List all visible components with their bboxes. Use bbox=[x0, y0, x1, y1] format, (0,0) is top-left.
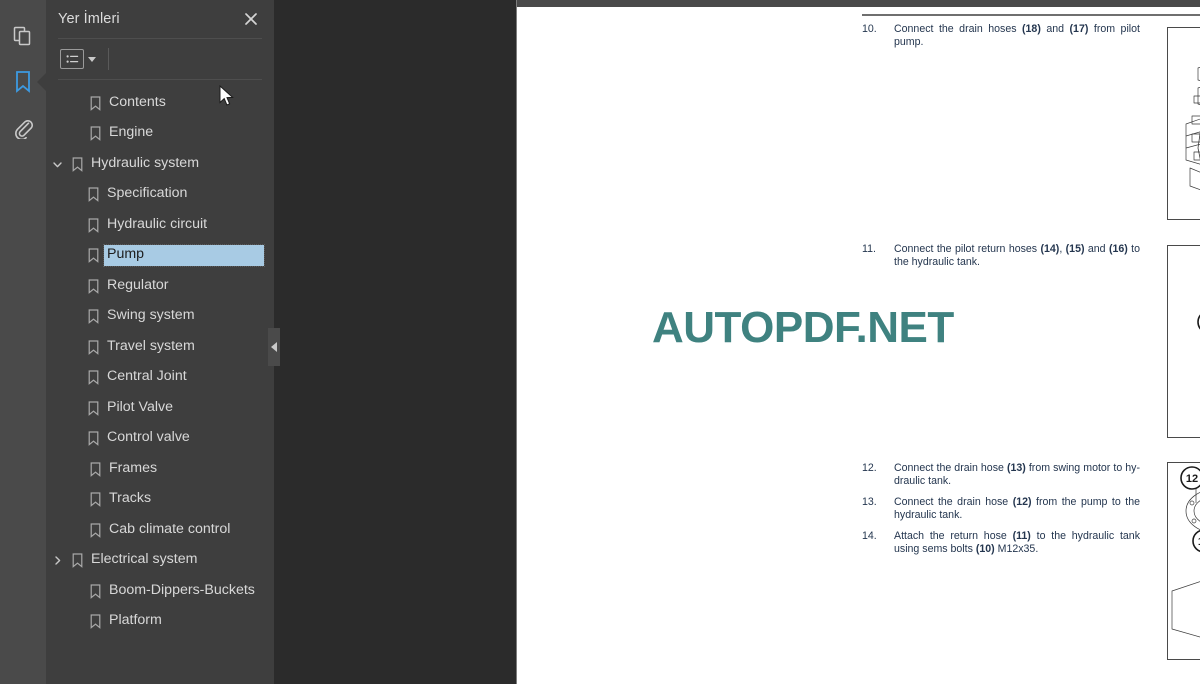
bookmark-item[interactable]: Hydraulic system bbox=[46, 149, 274, 180]
bookmark-icon bbox=[84, 614, 106, 630]
bookmark-icon bbox=[66, 157, 88, 172]
bookmark-label: Pilot Valve bbox=[107, 398, 173, 415]
step-number: 13. bbox=[862, 496, 877, 508]
chevron-left-icon bbox=[271, 342, 277, 352]
bookmark-label: Cab climate control bbox=[109, 520, 231, 537]
bookmark-label: Swing system bbox=[107, 307, 195, 324]
instruction-step: 10. Connect the drain hoses (18) and (17… bbox=[862, 23, 1140, 49]
bookmark-label: Central Joint bbox=[107, 368, 187, 385]
bookmark-item[interactable]: Hydraulic circuit bbox=[46, 210, 274, 241]
figure-image: 14 15 16 bbox=[1167, 245, 1200, 438]
step-text: Connect the drain hose (12) from the pum… bbox=[894, 496, 1140, 522]
page-top-edge bbox=[517, 0, 1200, 7]
bookmark-item[interactable]: Tracks bbox=[46, 485, 274, 516]
instruction-step: 12. Connect the drain hose (13) from swi… bbox=[862, 462, 1140, 488]
bookmark-label: Travel system bbox=[107, 337, 195, 354]
bookmark-item[interactable]: Engine bbox=[46, 119, 274, 150]
bookmark-icon bbox=[84, 523, 106, 538]
bookmarks-icon[interactable] bbox=[1, 60, 45, 104]
bookmark-icon bbox=[82, 279, 104, 294]
bookmark-item[interactable]: Travel system bbox=[46, 332, 274, 363]
bookmark-icon bbox=[84, 126, 106, 142]
bookmark-icon bbox=[82, 218, 104, 233]
pdf-page: 10. Connect the drain hoses (18) and (17… bbox=[517, 0, 1200, 684]
figure-image: 18 17 bbox=[1167, 27, 1200, 220]
bookmark-item[interactable]: Pilot Valve bbox=[46, 393, 274, 424]
bookmark-label: Tracks bbox=[109, 490, 152, 507]
bookmark-item[interactable]: Pump bbox=[46, 241, 274, 272]
bookmark-item[interactable]: Frames bbox=[46, 454, 274, 485]
bookmark-item[interactable]: Regulator bbox=[46, 271, 274, 302]
bookmark-icon bbox=[84, 96, 106, 111]
pages-thumbnails-icon[interactable] bbox=[1, 14, 45, 58]
step-number: 12. bbox=[862, 462, 877, 474]
instruction-step: 13. Connect the drain hose (12) from the… bbox=[862, 496, 1140, 522]
step-text: Attach the return hose (11) to the hydra… bbox=[894, 530, 1140, 556]
step-text: Connect the drain hoses (18) and (17) fr… bbox=[894, 23, 1140, 49]
close-icon[interactable] bbox=[240, 8, 262, 30]
panel-title: Yer İmleri bbox=[58, 11, 120, 27]
figure-image: 12 13 10 11 bbox=[1167, 462, 1200, 660]
bookmark-label: Hydraulic circuit bbox=[107, 215, 208, 232]
bookmark-label: Engine bbox=[109, 124, 154, 141]
bookmark-label: Boom-Dippers-Buckets bbox=[109, 581, 255, 598]
step-number: 10. bbox=[862, 23, 877, 35]
bookmark-label: Specification bbox=[107, 185, 188, 202]
instruction-step: 11. Connect the pilot return hoses (14),… bbox=[862, 243, 1140, 269]
document-viewer[interactable]: 10. Connect the drain hoses (18) and (17… bbox=[274, 0, 1200, 684]
bookmark-label: Frames bbox=[109, 459, 158, 476]
bookmark-label: Contents bbox=[109, 93, 166, 110]
bookmark-item[interactable]: Cab climate control bbox=[46, 515, 274, 546]
list-options-control[interactable] bbox=[60, 49, 96, 69]
bookmark-icon bbox=[82, 187, 104, 203]
attachments-icon[interactable] bbox=[1, 106, 45, 150]
bookmark-icon bbox=[84, 492, 106, 508]
bookmarks-panel: Yer İmleri Contents Engine Hydraulic sys… bbox=[46, 0, 280, 684]
bookmark-label: Regulator bbox=[107, 276, 169, 293]
bookmark-label: Hydraulic system bbox=[91, 154, 200, 171]
bookmark-label: Control valve bbox=[107, 429, 190, 446]
page-header-rule bbox=[862, 14, 1200, 16]
bookmark-label: Platform bbox=[109, 612, 162, 629]
bookmark-item[interactable]: Control valve bbox=[46, 424, 274, 455]
step-number: 11. bbox=[862, 243, 876, 255]
svg-text:12: 12 bbox=[1186, 473, 1198, 485]
bookmark-item[interactable]: Platform bbox=[46, 607, 274, 638]
bookmark-icon bbox=[66, 553, 88, 569]
bookmark-tree[interactable]: Contents Engine Hydraulic system Specificat… bbox=[46, 80, 274, 684]
bookmark-icon bbox=[82, 309, 104, 325]
bookmark-icon bbox=[82, 401, 104, 416]
toolbar-separator bbox=[108, 48, 109, 70]
bookmark-item[interactable]: Contents bbox=[46, 88, 274, 119]
bookmark-label: Electrical system bbox=[91, 551, 198, 568]
bookmark-item[interactable]: Boom-Dippers-Buckets bbox=[46, 576, 274, 607]
pdf-viewer-window: Yer İmleri Contents Engine Hydraulic sys… bbox=[0, 0, 1200, 684]
instruction-step: 14. Attach the return hose (11) to the h… bbox=[862, 530, 1140, 556]
chevron-right-icon[interactable] bbox=[48, 555, 66, 566]
sidebar-icon-rail bbox=[0, 0, 46, 684]
bookmark-icon bbox=[82, 370, 104, 386]
step-number: 14. bbox=[862, 530, 877, 542]
bookmark-item[interactable]: Electrical system bbox=[46, 546, 274, 577]
bookmark-icon bbox=[82, 431, 104, 447]
mouse-cursor bbox=[219, 85, 234, 106]
bookmark-icon bbox=[84, 584, 106, 599]
bookmarks-panel-header: Yer İmleri bbox=[46, 0, 274, 38]
step-text: Connect the pilot return hoses (14), (15… bbox=[894, 243, 1141, 269]
bookmark-item[interactable]: Swing system bbox=[46, 302, 274, 333]
bookmark-label: Pump bbox=[103, 244, 265, 268]
bookmarks-toolbar bbox=[46, 39, 274, 79]
list-view-icon[interactable] bbox=[60, 49, 84, 69]
bookmark-icon bbox=[84, 462, 106, 477]
bookmark-icon bbox=[82, 248, 104, 264]
chevron-down-icon[interactable] bbox=[88, 56, 96, 62]
bookmark-icon bbox=[82, 340, 104, 355]
collapse-panel-handle[interactable] bbox=[268, 328, 280, 366]
chevron-down-icon[interactable] bbox=[48, 159, 66, 170]
bookmark-item[interactable]: Specification bbox=[46, 180, 274, 211]
step-text: Connect the drain hose (13) from swing m… bbox=[894, 462, 1140, 488]
bookmark-item[interactable]: Central Joint bbox=[46, 363, 274, 394]
